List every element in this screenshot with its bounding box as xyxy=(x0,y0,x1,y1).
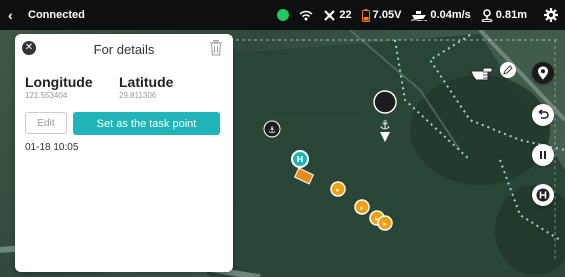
svg-text:H: H xyxy=(297,155,304,164)
speed-status: 0.04m/s xyxy=(411,9,471,21)
waypoint-marker[interactable]: ▸ xyxy=(354,199,370,215)
longitude-label: Longitude xyxy=(25,74,93,90)
home-return-button[interactable] xyxy=(532,184,554,206)
boat-icon xyxy=(411,10,428,21)
waypoint-marker[interactable]: ▸ xyxy=(377,215,393,231)
hand-pointer-icon xyxy=(470,67,493,81)
pause-icon xyxy=(540,151,546,159)
back-button[interactable]: ‹ xyxy=(8,8,22,22)
pause-button[interactable] xyxy=(532,144,554,166)
location-button[interactable] xyxy=(532,62,554,84)
status-bar: ‹ Connected 22 7.05V 0.04m/s 0.81m xyxy=(0,0,565,30)
boat-speed: 0.04m/s xyxy=(430,9,471,21)
waypoint-marker[interactable]: ▸ xyxy=(330,181,346,197)
panel-title: For details xyxy=(93,42,155,57)
gps-status-icon xyxy=(277,9,290,21)
status-indicators: 22 7.05V 0.04m/s 0.81m xyxy=(277,0,565,30)
wifi-status xyxy=(299,10,313,21)
return-button[interactable] xyxy=(532,104,554,126)
battery-voltage: 7.05V xyxy=(372,9,402,21)
latitude-value: 29.811306 xyxy=(119,91,157,100)
battery-icon xyxy=(361,8,370,22)
home-h-icon xyxy=(536,188,550,202)
satellite-icon xyxy=(324,9,336,21)
edit-map-button[interactable] xyxy=(500,62,516,78)
details-panel: ✕ For details Longitude 121.553404 Latit… xyxy=(15,34,233,272)
set-task-point-button[interactable]: Set as the task point xyxy=(73,112,220,135)
connection-status: Connected xyxy=(28,9,85,21)
undo-icon xyxy=(538,109,549,119)
distance-status: 0.81m xyxy=(481,8,527,22)
edit-icon xyxy=(503,65,513,75)
timestamp: 01-18 10:05 xyxy=(25,142,79,153)
wifi-icon xyxy=(299,10,313,20)
battery-status: 7.05V xyxy=(361,8,402,22)
edit-button[interactable]: Edit xyxy=(25,112,67,134)
svg-text:⚓: ⚓ xyxy=(268,126,276,136)
latitude-label: Latitude xyxy=(119,74,174,90)
svg-text:▸: ▸ xyxy=(383,220,387,228)
location-person-icon xyxy=(481,8,493,22)
settings-button[interactable] xyxy=(537,0,565,30)
svg-text:▸: ▸ xyxy=(360,204,364,212)
longitude-value: 121.553404 xyxy=(25,91,68,100)
svg-text:▸: ▸ xyxy=(336,186,340,194)
gear-icon xyxy=(544,8,558,22)
location-pin-icon xyxy=(538,66,548,80)
trash-icon[interactable] xyxy=(209,40,223,56)
anchor-marker-small[interactable]: ⚓ xyxy=(263,120,281,138)
satellite-status: 22 xyxy=(323,9,352,22)
distance-value: 0.81m xyxy=(495,9,527,21)
satellite-count: 22 xyxy=(339,9,352,21)
gps-status xyxy=(277,9,290,21)
svg-text:⚓: ⚓ xyxy=(380,118,391,132)
